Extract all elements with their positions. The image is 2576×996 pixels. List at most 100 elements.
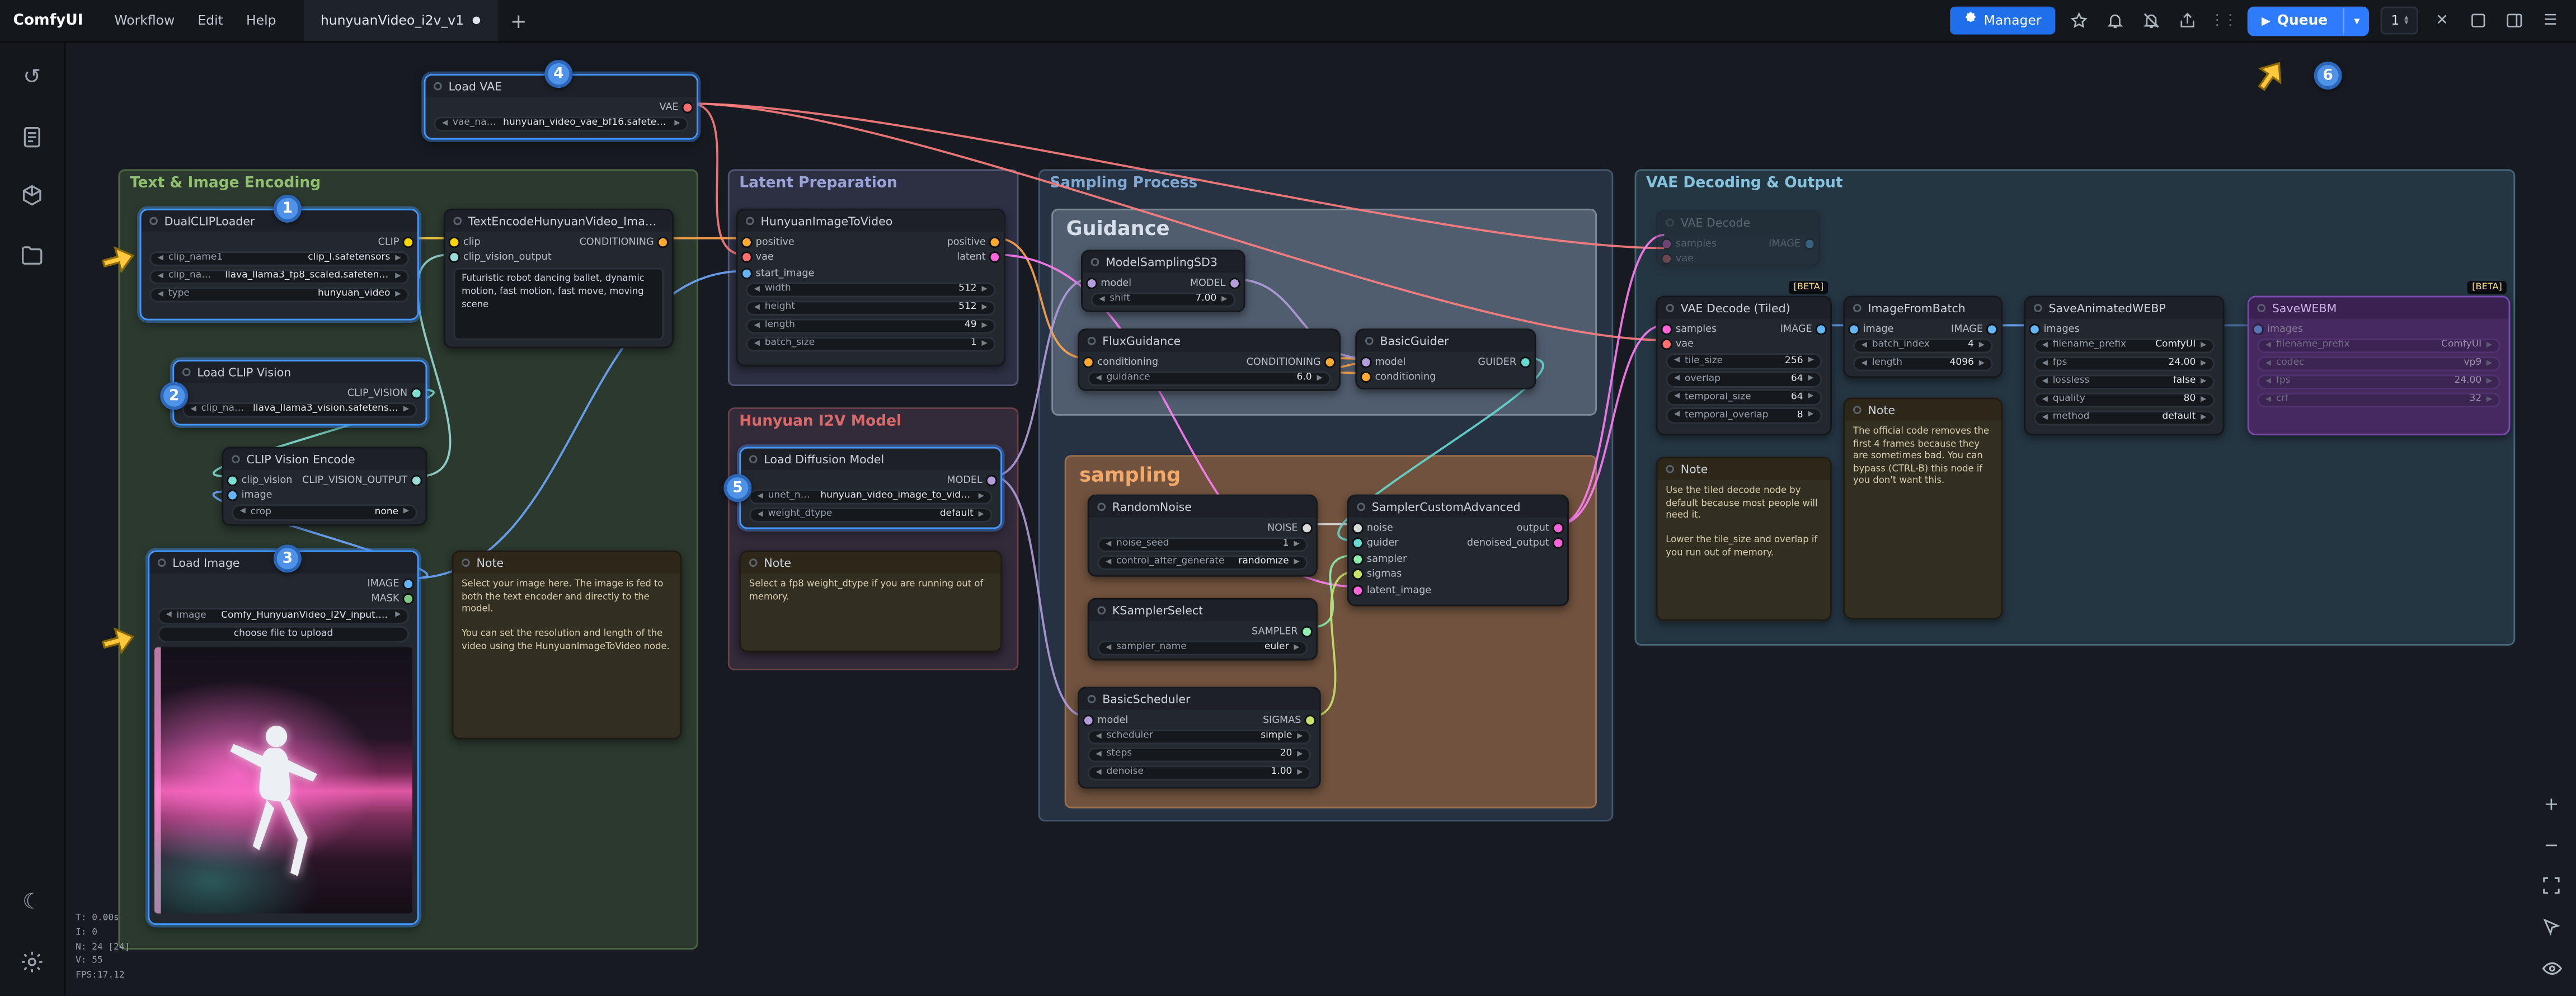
widget-scheduler[interactable]: ◀schedulersimple▶ bbox=[1088, 729, 1311, 744]
node-header[interactable]: BasicGuider bbox=[1357, 330, 1534, 351]
increment-arrow[interactable]: ▶ bbox=[2486, 341, 2492, 350]
node-header[interactable]: VAE Decode bbox=[1658, 212, 1819, 233]
widget-lossless[interactable]: ◀losslessfalse▶ bbox=[2034, 374, 2215, 389]
node-vae-decode[interactable]: VAE DecodesamplesIMAGEvae bbox=[1656, 210, 1821, 266]
menu-help[interactable]: Help bbox=[234, 7, 288, 35]
widget-batch_size[interactable]: ◀batch_size1▶ bbox=[746, 336, 995, 351]
decrement-arrow[interactable]: ◀ bbox=[2265, 396, 2271, 404]
decrement-arrow[interactable]: ◀ bbox=[754, 285, 760, 294]
queue-run[interactable]: ▶ Queue bbox=[2247, 6, 2343, 35]
node-header[interactable]: Note bbox=[1845, 399, 2001, 420]
decrement-arrow[interactable]: ◀ bbox=[1862, 341, 1867, 350]
input-slot[interactable]: clip_vision bbox=[228, 474, 292, 486]
menu-edit[interactable]: Edit bbox=[186, 7, 235, 35]
batch-count-input[interactable]: 1 ▴▾ bbox=[2381, 7, 2418, 35]
decrement-arrow[interactable]: ◀ bbox=[1106, 540, 1111, 548]
drag-handle-icon[interactable]: ⋮⋮ bbox=[2211, 8, 2235, 33]
node-header[interactable]: Note bbox=[1658, 458, 1830, 480]
output-slot[interactable]: GUIDER bbox=[1478, 356, 1529, 368]
increment-arrow[interactable]: ▶ bbox=[395, 612, 401, 620]
decrement-arrow[interactable]: ◀ bbox=[158, 290, 163, 299]
input-slot[interactable]: samples bbox=[1662, 237, 1717, 249]
settings-icon[interactable] bbox=[17, 946, 47, 976]
widget-quality[interactable]: ◀quality80▶ bbox=[2034, 392, 2215, 407]
node-load-clip-vision[interactable]: Load CLIP VisionCLIP_VISION◀clip_namella… bbox=[172, 360, 427, 425]
input-slot[interactable]: latent_image bbox=[1353, 584, 1431, 596]
decrement-arrow[interactable]: ◀ bbox=[191, 406, 196, 414]
node-text-encode-hunyuan-video[interactable]: TextEncodeHunyuanVideo_ImageToVideoclipC… bbox=[444, 209, 674, 349]
increment-arrow[interactable]: ▶ bbox=[981, 303, 987, 312]
increment-arrow[interactable]: ▶ bbox=[1294, 540, 1299, 548]
increment-arrow[interactable]: ▶ bbox=[1221, 295, 1227, 304]
increment-arrow[interactable]: ▶ bbox=[1979, 341, 1985, 350]
node-library-icon[interactable] bbox=[17, 121, 47, 151]
output-slot[interactable]: IMAGE bbox=[1951, 323, 1996, 335]
input-slot[interactable]: start_image bbox=[742, 267, 814, 279]
output-slot[interactable]: MASK bbox=[371, 593, 412, 605]
input-slot[interactable]: vae bbox=[742, 251, 774, 263]
increment-arrow[interactable]: ▶ bbox=[2201, 341, 2206, 350]
node-header[interactable]: TextEncodeHunyuanVideo_ImageToVideo bbox=[445, 210, 672, 232]
increment-arrow[interactable]: ▶ bbox=[2486, 378, 2492, 386]
output-slot[interactable]: IMAGE bbox=[368, 577, 412, 589]
node-header[interactable]: FluxGuidance bbox=[1079, 330, 1339, 351]
output-slot[interactable]: latent bbox=[957, 251, 999, 263]
input-slot[interactable]: images bbox=[2254, 323, 2303, 335]
zoom-out-icon[interactable]: − bbox=[2540, 833, 2563, 856]
increment-arrow[interactable]: ▶ bbox=[1808, 357, 1813, 365]
widget-image[interactable]: ◀imageComfy_HunyuanVideo_I2V_input.png▶ bbox=[158, 608, 409, 623]
widget-clip_name2[interactable]: ◀clip_name2llava_llama3_fp8_scaled.safet… bbox=[149, 269, 409, 284]
widget-noise_seed[interactable]: ◀noise_seed1▶ bbox=[1097, 537, 1308, 552]
widget-filename_prefix[interactable]: ◀filename_prefixComfyUI▶ bbox=[2257, 337, 2500, 353]
increment-arrow[interactable]: ▶ bbox=[981, 322, 987, 330]
select-mode-icon[interactable] bbox=[2540, 915, 2563, 938]
node-header[interactable]: CLIP Vision Encode bbox=[223, 449, 425, 470]
fit-view-icon[interactable] bbox=[2540, 874, 2563, 897]
widget-guidance[interactable]: ◀guidance6.0▶ bbox=[1088, 370, 1331, 386]
input-slot[interactable]: image bbox=[228, 490, 272, 501]
node-note-dtype[interactable]: NoteSelect a fp8 weight_dtype if you are… bbox=[739, 551, 1002, 652]
output-slot[interactable]: output bbox=[1517, 522, 1563, 533]
node-header[interactable]: BasicScheduler bbox=[1079, 688, 1319, 710]
increment-arrow[interactable]: ▶ bbox=[2486, 396, 2492, 404]
output-slot[interactable]: positive bbox=[947, 236, 999, 247]
widget-crop[interactable]: ◀cropnone▶ bbox=[232, 504, 417, 520]
decrement-arrow[interactable]: ◀ bbox=[1106, 558, 1111, 567]
decrement-arrow[interactable]: ◀ bbox=[1674, 393, 1680, 401]
node-basic-scheduler[interactable]: BasicSchedulermodelSIGMAS◀schedulersimpl… bbox=[1078, 687, 1321, 788]
increment-arrow[interactable]: ▶ bbox=[1294, 643, 1299, 652]
node-header[interactable]: DualCLIPLoader bbox=[142, 210, 417, 232]
input-slot[interactable]: model bbox=[1088, 277, 1131, 289]
output-slot[interactable]: MODEL bbox=[947, 474, 995, 486]
decrement-arrow[interactable]: ◀ bbox=[1106, 643, 1111, 652]
increment-arrow[interactable]: ▶ bbox=[1808, 375, 1813, 383]
widget-type[interactable]: ◀typehunyuan_video▶ bbox=[149, 286, 409, 302]
input-slot[interactable]: conditioning bbox=[1362, 372, 1436, 383]
node-note-image[interactable]: NoteSelect your image here. The image is… bbox=[452, 551, 681, 740]
widget-codec[interactable]: ◀codecvp9▶ bbox=[2257, 356, 2500, 372]
zoom-in-icon[interactable]: + bbox=[2540, 792, 2563, 815]
node-header[interactable]: ModelSamplingSD3 bbox=[1083, 251, 1244, 273]
input-slot[interactable]: vae bbox=[1662, 253, 1694, 265]
widget-steps[interactable]: ◀steps20▶ bbox=[1088, 747, 1311, 763]
widget-temporal_overlap[interactable]: ◀temporal_overlap8▶ bbox=[1666, 407, 1822, 423]
node-vae-decode-tiled[interactable]: VAE Decode (Tiled)samplesIMAGEvae◀tile_s… bbox=[1656, 296, 1832, 436]
model-library-icon[interactable] bbox=[17, 181, 47, 210]
output-slot[interactable]: CLIP bbox=[378, 236, 412, 247]
node-save-webm[interactable]: SaveWEBMimages◀filename_prefixComfyUI▶◀c… bbox=[2248, 296, 2511, 436]
widget-clip_name1[interactable]: ◀clip_name1clip_l.safetensors▶ bbox=[149, 251, 409, 266]
increment-arrow[interactable]: ▶ bbox=[1297, 750, 1303, 759]
decrement-arrow[interactable]: ◀ bbox=[1096, 768, 1101, 777]
output-slot[interactable]: CONDITIONING bbox=[579, 236, 667, 247]
queue-button[interactable]: ▶ Queue ▾ bbox=[2247, 6, 2370, 35]
input-slot[interactable]: guider bbox=[1353, 537, 1398, 549]
increment-arrow[interactable]: ▶ bbox=[2486, 359, 2492, 368]
new-tab-button[interactable]: + bbox=[510, 9, 527, 32]
node-note-tiled[interactable]: NoteUse the tiled decode node by default… bbox=[1656, 457, 1832, 621]
widget-tile_size[interactable]: ◀tile_size256▶ bbox=[1666, 353, 1822, 369]
input-slot[interactable]: noise bbox=[1353, 522, 1393, 533]
output-slot[interactable]: CLIP_VISION bbox=[347, 387, 421, 398]
window-icon[interactable] bbox=[2466, 8, 2490, 33]
input-slot[interactable]: images bbox=[2030, 323, 2080, 335]
decrement-arrow[interactable]: ◀ bbox=[1096, 374, 1101, 383]
